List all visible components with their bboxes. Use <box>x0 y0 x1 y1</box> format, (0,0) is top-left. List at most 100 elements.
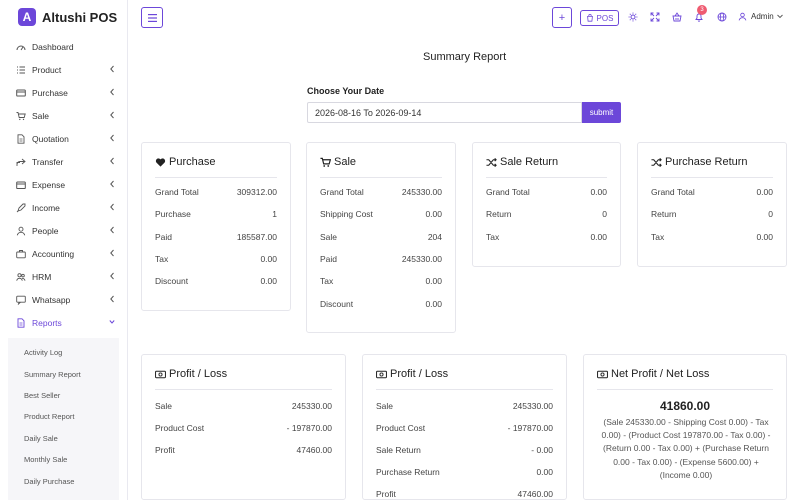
net-profit-card-title: Net Profit / Net Loss <box>597 368 709 380</box>
sidebar-item-label: Transfer <box>32 156 64 167</box>
sidebar-item-product[interactable]: Product <box>0 58 127 81</box>
purchase-card-title: Purchase <box>155 156 215 168</box>
row-label: Grand Total <box>651 187 695 197</box>
chevron-down-icon <box>109 320 115 324</box>
pos-button[interactable]: POS <box>580 10 619 26</box>
sidebar-item-sale[interactable]: Sale <box>0 104 127 127</box>
user-icon <box>738 12 747 21</box>
date-range-input[interactable]: 2026-08-16 To 2026-09-14 <box>307 102 582 123</box>
chevron-left-icon <box>110 249 114 257</box>
net-profit-card: Net Profit / Net Loss 41860.00 (Sale 245… <box>583 354 787 500</box>
submenu-item-monthly-sale[interactable]: Monthly Sale <box>8 449 119 470</box>
submenu-item-daily-sale[interactable]: Daily Sale <box>8 428 119 449</box>
submenu-item-activity-log[interactable]: Activity Log <box>8 342 119 363</box>
summary-row: Tax 0.00 <box>320 276 442 288</box>
sidebar-item-accounting[interactable]: Accounting <box>0 242 127 265</box>
reports-submenu: Activity Log Summary Report Best Seller Pro… <box>8 338 119 500</box>
sidebar-item-label: Accounting <box>32 248 75 259</box>
submenu-item-product-report[interactable]: Product Report <box>8 406 119 427</box>
sidebar-item-transfer[interactable]: Transfer <box>0 150 127 173</box>
sale-return-card: Sale Return Grand Total 0.00 Return 0 Tax 0.0… <box>472 142 621 267</box>
chat-icon <box>15 294 26 305</box>
row-value: 204 <box>427 231 442 242</box>
row-label: Grand Total <box>486 187 530 197</box>
sun-icon <box>628 12 638 22</box>
sidebar: A Altushi POS Dashboard Product Purchase Sa… <box>0 0 128 500</box>
row-value: 0.00 <box>425 276 442 287</box>
sidebar-item-label: Product <box>32 64 62 75</box>
sidebar-item-hrm[interactable]: HRM <box>0 265 127 288</box>
globe-icon <box>717 12 727 22</box>
sidebar-item-label: Income <box>32 202 60 213</box>
submit-button[interactable]: submit <box>582 102 621 123</box>
list-icon <box>15 64 26 75</box>
card-icon <box>15 87 26 98</box>
summary-row: Product Cost - 197870.00 <box>376 423 553 435</box>
sidebar-item-reports[interactable]: Reports <box>0 311 127 334</box>
summary-row: Sale 204 <box>320 232 442 244</box>
row-label: Grand Total <box>155 187 199 197</box>
row-value: 0.00 <box>260 276 277 287</box>
users-icon <box>15 271 26 282</box>
row-label: Shipping Cost <box>320 209 373 220</box>
divider <box>320 177 442 178</box>
sidebar-item-dashboard[interactable]: Dashboard <box>0 35 127 58</box>
language-button[interactable] <box>716 11 728 23</box>
date-label: Choose Your Date <box>307 86 385 96</box>
sidebar-item-label: HRM <box>32 271 52 282</box>
row-label: Tax <box>320 276 334 287</box>
row-label: Sale Return <box>376 445 421 455</box>
summary-row: Discount 0.00 <box>320 299 442 311</box>
person-icon <box>15 225 26 236</box>
hamburger-icon <box>147 13 157 22</box>
cart-icon <box>15 110 26 121</box>
row-label: Return <box>651 209 677 220</box>
shuffle-icon <box>651 157 662 167</box>
summary-row: Discount 0.00 <box>155 276 277 288</box>
shuffle-icon <box>486 157 497 167</box>
divider <box>486 177 607 178</box>
row-value: - 197870.00 <box>507 423 553 433</box>
brand[interactable]: A Altushi POS <box>18 8 117 26</box>
sidebar-item-quotation[interactable]: Quotation <box>0 127 127 150</box>
divider <box>376 389 553 390</box>
user-menu[interactable]: Admin <box>738 12 787 21</box>
summary-row: Sale Return - 0.00 <box>376 445 553 457</box>
fullscreen-button[interactable] <box>649 11 661 23</box>
heart-icon <box>155 157 166 167</box>
row-label: Purchase <box>155 209 191 220</box>
submenu-item-summary-report[interactable]: Summary Report <box>8 363 119 384</box>
sidebar-item-people[interactable]: People <box>0 219 127 242</box>
purchase-card: Purchase Grand Total 309312.00 Purchase 1 Pa… <box>141 142 291 311</box>
sidebar-item-label: Whatsapp <box>32 294 71 305</box>
chevron-left-icon <box>110 272 114 280</box>
divider <box>651 177 773 178</box>
add-button[interactable]: + <box>552 7 572 28</box>
row-value: 309312.00 <box>236 187 277 197</box>
sidebar-item-expense[interactable]: Expense <box>0 173 127 196</box>
brand-logo: A <box>18 8 36 26</box>
chevron-left-icon <box>110 295 114 303</box>
sidebar-item-whatsapp[interactable]: Whatsapp <box>0 288 127 311</box>
row-label: Return <box>486 209 512 220</box>
row-label: Sale <box>155 401 173 411</box>
submenu-item-best-seller[interactable]: Best Seller <box>8 385 119 406</box>
profit-loss-detail-card: Profit / Loss Sale 245330.00 Product Cost -… <box>362 354 567 500</box>
sidebar-item-purchase[interactable]: Purchase <box>0 81 127 104</box>
dashboard-icon <box>15 41 26 52</box>
row-value: 47460.00 <box>296 445 332 455</box>
sidebar-nav: Dashboard Product Purchase Sale Quotation Tra… <box>0 35 127 334</box>
menu-toggle-button[interactable] <box>141 7 163 28</box>
sidebar-item-income[interactable]: Income <box>0 196 127 219</box>
theme-toggle-button[interactable] <box>627 11 639 23</box>
wallet-icon <box>15 179 26 190</box>
cart-button[interactable] <box>671 11 683 23</box>
submenu-item-daily-purchase[interactable]: Daily Purchase <box>8 470 119 491</box>
summary-row: Grand Total 0.00 <box>486 187 607 199</box>
row-label: Profit <box>376 489 396 499</box>
money-icon <box>376 370 387 378</box>
row-label: Product Cost <box>155 423 205 433</box>
row-value: 245330.00 <box>512 401 553 411</box>
purchase-return-card: Purchase Return Grand Total 0.00 Return 0 Ta… <box>637 142 787 267</box>
divider <box>597 389 773 390</box>
